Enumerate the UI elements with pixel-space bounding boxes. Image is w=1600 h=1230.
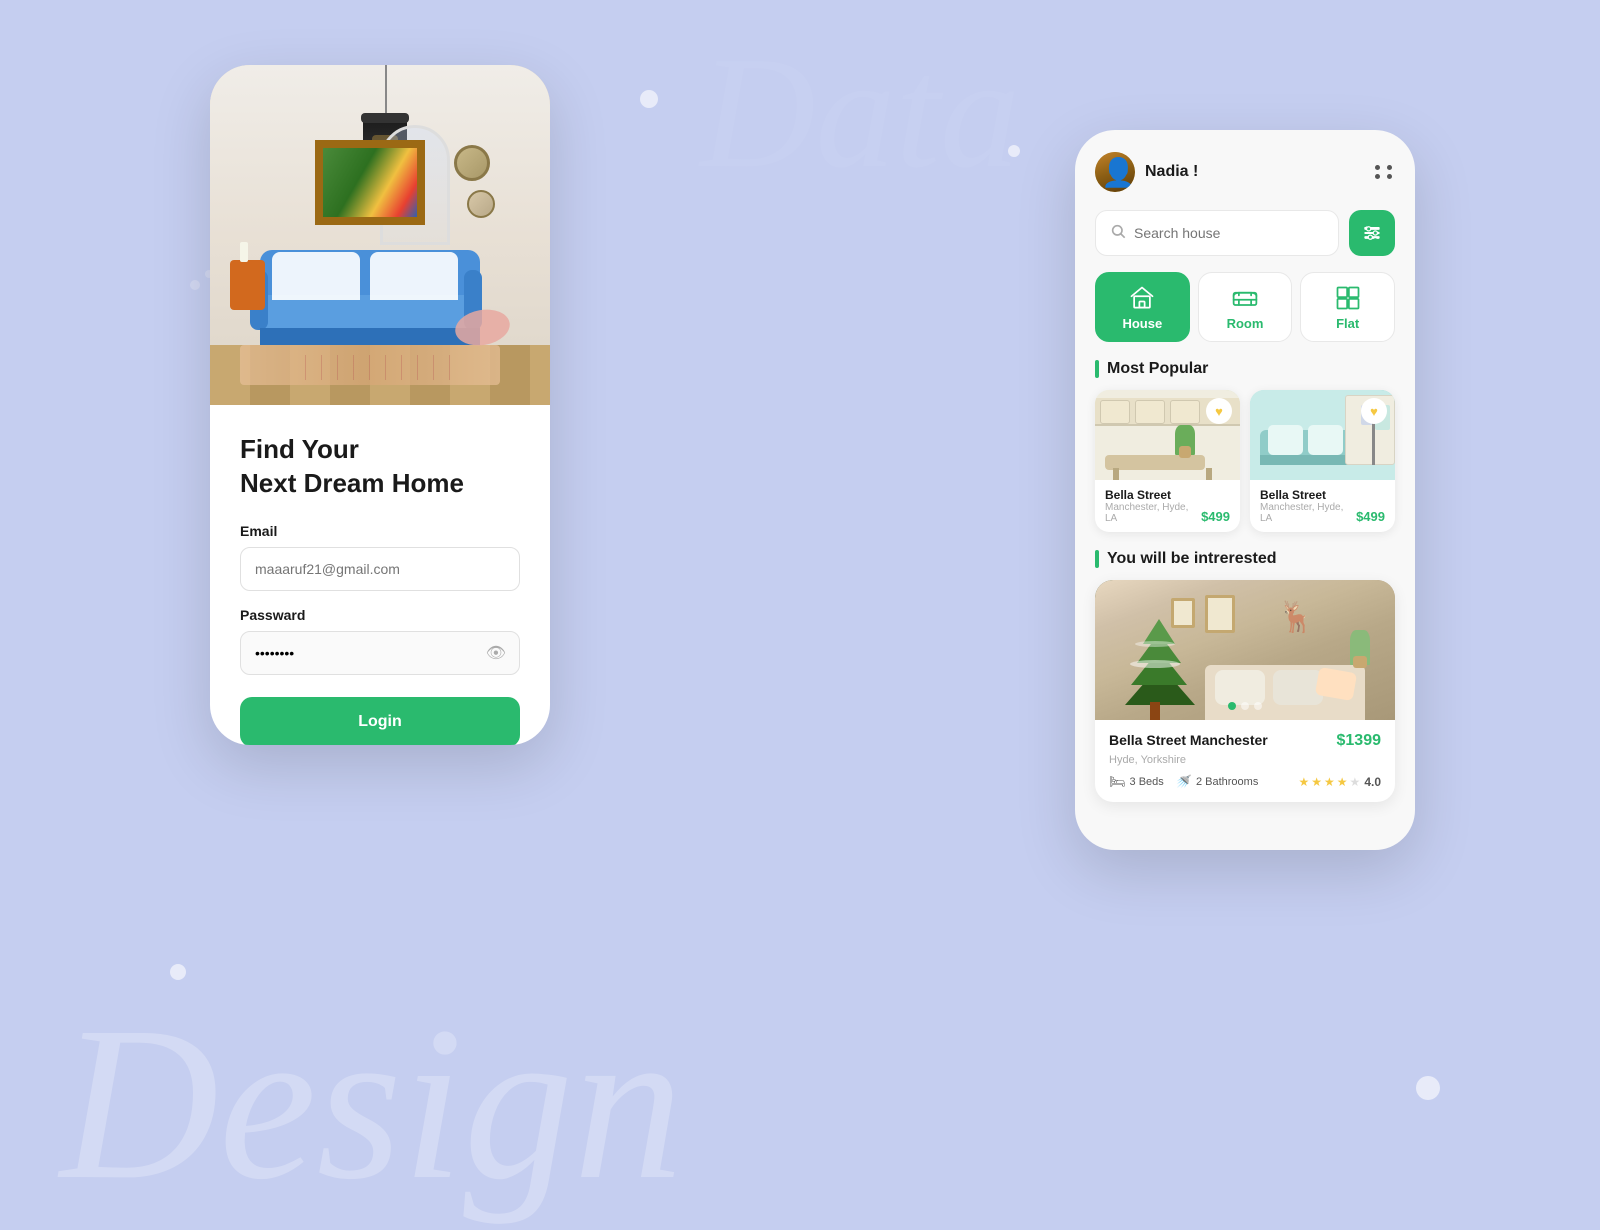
- popular-card-1-price: $499: [1201, 509, 1230, 524]
- popular-card-1-image: ♥: [1095, 390, 1240, 480]
- heart-badge-2[interactable]: ♥: [1361, 398, 1387, 424]
- amenities: 🛏 3 Beds 🚿 2 Bathrooms: [1109, 774, 1258, 790]
- email-label: Email: [240, 523, 520, 539]
- room-image: [210, 65, 550, 405]
- avatar: [1095, 152, 1135, 192]
- rating-number: 4.0: [1364, 775, 1381, 789]
- bath-icon: 🚿: [1176, 774, 1192, 790]
- interest-card-name: Bella Street Manchester: [1109, 732, 1268, 748]
- dot-ind-1: [1228, 702, 1236, 710]
- user-info: Nadia !: [1095, 152, 1198, 192]
- heart-badge-1[interactable]: ♥: [1206, 398, 1232, 424]
- star-1: ★: [1298, 775, 1309, 789]
- room-icon: [1231, 284, 1259, 312]
- dot-m1: [1375, 165, 1380, 170]
- rating: ★ ★ ★ ★ ★ 4.0: [1298, 775, 1381, 789]
- popular-cards: ♥ Bella Street Manchester, Hyde, LA $499: [1095, 390, 1395, 532]
- stars: ★ ★ ★ ★ ★: [1298, 775, 1360, 789]
- main-title: Find Your Next Dream Home: [240, 433, 520, 501]
- tab-house[interactable]: House: [1095, 272, 1190, 342]
- dot-m4: [1387, 174, 1392, 179]
- eye-icon[interactable]: 👁: [486, 643, 506, 663]
- right-phone: Nadia !: [1075, 130, 1415, 850]
- user-name: Nadia !: [1145, 163, 1198, 181]
- popular-card-2-image: ♥: [1250, 390, 1395, 480]
- popular-card-1-name: Bella Street: [1105, 488, 1201, 502]
- interested-title: You will be intrerested: [1095, 550, 1395, 568]
- most-popular-title: Most Popular: [1095, 360, 1395, 378]
- tab-flat-label: Flat: [1336, 316, 1359, 331]
- dot-ind-3: [1254, 702, 1262, 710]
- baths-amenity: 🚿 2 Bathrooms: [1176, 774, 1259, 790]
- house-icon: [1128, 284, 1156, 312]
- baths-count: 2 Bathrooms: [1196, 776, 1258, 788]
- category-tabs: House Room: [1095, 272, 1395, 342]
- tab-room-label: Room: [1227, 316, 1264, 331]
- search-input[interactable]: [1134, 225, 1324, 241]
- filter-button[interactable]: [1349, 210, 1395, 256]
- left-phone-content: Find Your Next Dream Home Email Passward…: [210, 405, 550, 745]
- star-4: ★: [1337, 775, 1348, 789]
- star-3: ★: [1324, 775, 1335, 789]
- interest-card-price: $1399: [1337, 732, 1382, 750]
- tab-room[interactable]: Room: [1198, 272, 1293, 342]
- popular-card-2-name: Bella Street: [1260, 488, 1356, 502]
- interest-card-image: 🦌: [1095, 580, 1395, 720]
- beds-count: 3 Beds: [1130, 776, 1164, 788]
- interest-card[interactable]: 🦌 Bella Street Manchester: [1095, 580, 1395, 802]
- login-button[interactable]: Login: [240, 697, 520, 745]
- tab-flat[interactable]: Flat: [1300, 272, 1395, 342]
- dot-4: [170, 964, 186, 980]
- dot-1: [640, 90, 658, 108]
- dot-m2: [1387, 165, 1392, 170]
- search-bar: [1095, 210, 1395, 256]
- popular-card-2[interactable]: ♥ Bella Street Manchester, Hyde, LA $499: [1250, 390, 1395, 532]
- menu-button[interactable]: [1375, 165, 1395, 179]
- star-2: ★: [1311, 775, 1322, 789]
- popular-card-1[interactable]: ♥ Bella Street Manchester, Hyde, LA $499: [1095, 390, 1240, 532]
- bg-decoration-right: Data: [700, 20, 1020, 205]
- interest-card-location: Hyde, Yorkshire: [1109, 754, 1381, 766]
- filter-sliders-icon: [1362, 223, 1382, 243]
- bed-icon: 🛏: [1109, 774, 1126, 790]
- search-icon: [1110, 223, 1126, 244]
- dot-2: [1008, 145, 1020, 157]
- card-dots-indicator: [1228, 702, 1262, 710]
- search-input-wrapper[interactable]: [1095, 210, 1339, 256]
- dot-ind-2: [1241, 702, 1249, 710]
- app-header: Nadia !: [1095, 152, 1395, 192]
- beds-amenity: 🛏 3 Beds: [1109, 774, 1164, 790]
- popular-card-1-location: Manchester, Hyde, LA: [1105, 502, 1201, 524]
- dot-6: [190, 280, 200, 290]
- password-label: Passward: [240, 607, 520, 623]
- email-input[interactable]: [240, 547, 520, 591]
- tab-house-label: House: [1122, 316, 1162, 331]
- left-phone: Find Your Next Dream Home Email Passward…: [210, 65, 550, 745]
- bg-decoration: Design: [60, 977, 683, 1230]
- star-5: ★: [1350, 775, 1361, 789]
- dot-5: [1416, 1076, 1440, 1100]
- dot-m3: [1375, 174, 1380, 179]
- password-input[interactable]: [240, 631, 520, 675]
- popular-card-2-location: Manchester, Hyde, LA: [1260, 502, 1356, 524]
- popular-card-2-price: $499: [1356, 509, 1385, 524]
- flat-icon: [1334, 284, 1362, 312]
- interest-card-info: Bella Street Manchester $1399 Hyde, York…: [1095, 720, 1395, 802]
